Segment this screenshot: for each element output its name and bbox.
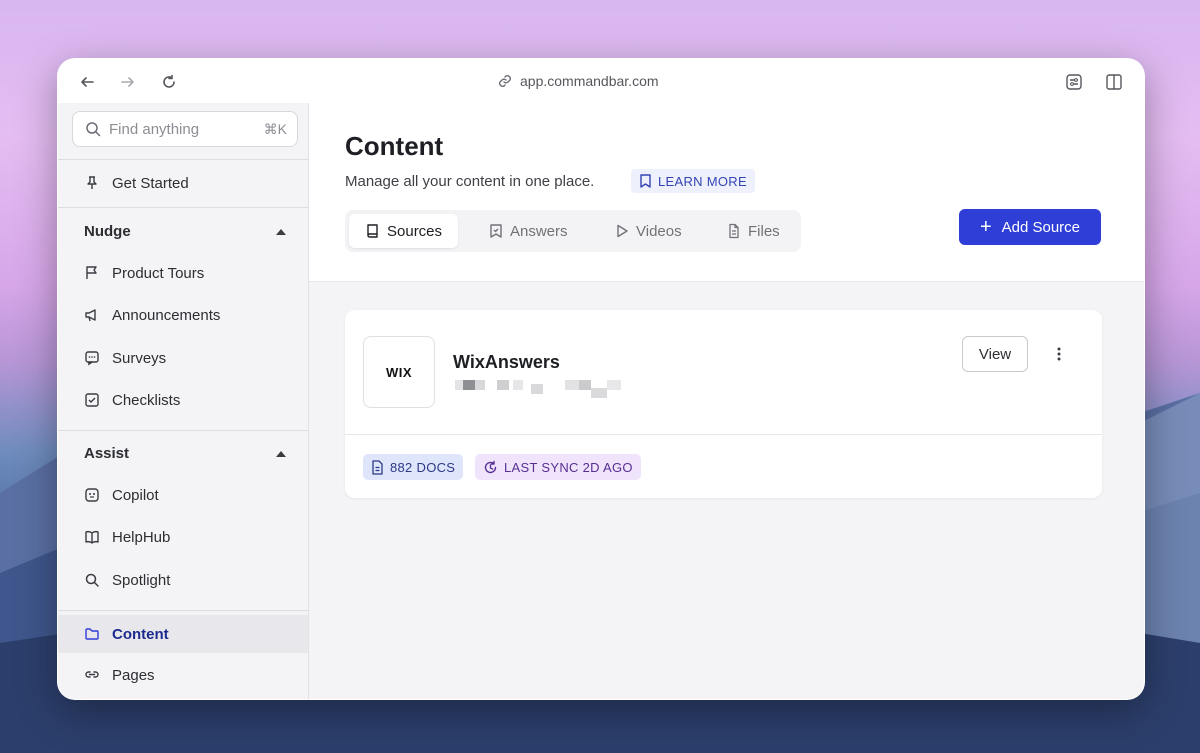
page-title: Content xyxy=(345,131,444,161)
sidebar-item-pages[interactable]: Pages xyxy=(58,657,308,693)
source-name: WixAnswers xyxy=(453,352,560,372)
last-sync-label: LAST SYNC 2D AGO xyxy=(504,459,633,475)
extensions-icon[interactable] xyxy=(1063,71,1085,93)
search-placeholder: Find anything xyxy=(109,120,200,138)
document-icon xyxy=(372,459,383,475)
plus-icon: + xyxy=(979,215,992,238)
reload-icon[interactable] xyxy=(158,71,180,93)
survey-icon xyxy=(82,348,102,368)
pin-icon xyxy=(82,173,102,193)
bookmark-check-icon xyxy=(490,224,502,238)
more-options-icon[interactable] xyxy=(1047,342,1071,366)
sync-icon xyxy=(484,460,497,473)
link-icon xyxy=(499,75,511,87)
book-open-icon xyxy=(82,527,102,547)
address-bar[interactable]: app.commandbar.com xyxy=(498,59,738,103)
sidebar-item-announcements[interactable]: Announcements xyxy=(58,297,308,333)
sidebar-item-label: Pages xyxy=(112,666,155,684)
docs-count-label: 882 DOCS xyxy=(390,459,456,475)
forward-arrow-icon[interactable] xyxy=(117,71,139,93)
add-source-label: Add Source xyxy=(1001,218,1081,236)
search-icon xyxy=(86,122,101,137)
sources-list: WIX WixAnswers View 882 DOCS LAST SYNC 2… xyxy=(309,281,1144,699)
link-icon xyxy=(82,665,102,685)
sidebar-item-label: HelpHub xyxy=(112,528,171,546)
learn-more-link[interactable]: LEARN MORE xyxy=(631,169,755,193)
page-subtitle: Manage all your content in one place. xyxy=(345,173,595,190)
tab-videos[interactable]: Videos xyxy=(615,214,682,248)
divider xyxy=(58,159,308,160)
add-source-button[interactable]: + Add Source xyxy=(959,209,1101,245)
sidebar-item-helphub[interactable]: HelpHub xyxy=(58,519,308,555)
sidebar-item-spotlight[interactable]: Spotlight xyxy=(58,562,308,598)
tab-label: Answers xyxy=(510,222,568,240)
content-tabs: Sources Answers Videos Files xyxy=(345,210,801,252)
browser-window: app.commandbar.com Find anything ⌘K Get … xyxy=(57,58,1145,700)
sidebar-item-content[interactable]: Content xyxy=(58,615,308,653)
file-icon xyxy=(729,223,739,239)
tab-label: Files xyxy=(748,222,780,240)
tab-label: Videos xyxy=(636,222,682,240)
section-assist: Assist xyxy=(84,445,130,462)
docs-count-badge: 882 DOCS xyxy=(363,454,464,480)
redacted-url xyxy=(455,380,621,398)
sidebar-item-label: Checklists xyxy=(112,391,181,409)
megaphone-icon xyxy=(82,305,102,325)
sidebar-item-label: Spotlight xyxy=(112,571,171,589)
collapse-caret-icon[interactable] xyxy=(276,229,286,235)
last-sync-badge: LAST SYNC 2D AGO xyxy=(475,454,641,480)
bookmark-icon xyxy=(640,174,651,188)
source-card[interactable]: WIX WixAnswers View 882 DOCS LAST SYNC 2… xyxy=(345,310,1102,498)
divider xyxy=(58,610,308,611)
copilot-icon xyxy=(82,485,102,505)
sidebar-item-label: Surveys xyxy=(112,349,167,367)
sidebar-item-surveys[interactable]: Surveys xyxy=(58,340,308,376)
sidebar-item-label: Content xyxy=(112,625,169,643)
sidebar-item-product-tours[interactable]: Product Tours xyxy=(58,255,308,291)
sidebar-toggle-icon[interactable] xyxy=(1103,71,1125,93)
sidebar-item-label: Announcements xyxy=(112,306,221,324)
view-button[interactable]: View xyxy=(962,336,1028,372)
flag-icon xyxy=(82,263,102,283)
learn-more-label: LEARN MORE xyxy=(658,173,747,189)
folder-icon xyxy=(82,624,102,644)
sidebar-item-label: Copilot xyxy=(112,486,159,504)
sidebar-item-label: Product Tours xyxy=(112,264,205,282)
url-text: app.commandbar.com xyxy=(520,73,659,89)
tab-label: Sources xyxy=(387,222,443,240)
source-logo: WIX xyxy=(363,336,435,408)
tab-sources[interactable]: Sources xyxy=(349,214,459,248)
play-icon xyxy=(617,224,628,238)
search-input[interactable]: Find anything ⌘K xyxy=(72,111,298,147)
search-shortcut: ⌘K xyxy=(263,120,287,137)
divider xyxy=(345,434,1102,435)
collapse-caret-icon[interactable] xyxy=(276,451,286,457)
sidebar-item-label: Get Started xyxy=(112,174,189,192)
sidebar: Find anything ⌘K Get Started Nudge Produ… xyxy=(58,103,309,699)
divider xyxy=(58,207,308,208)
checkbox-icon xyxy=(82,390,102,410)
back-arrow-icon[interactable] xyxy=(76,71,98,93)
tab-files[interactable]: Files xyxy=(727,214,780,248)
section-nudge: Nudge xyxy=(84,223,131,240)
sidebar-item-copilot[interactable]: Copilot xyxy=(58,477,308,513)
main-content: Content Manage all your content in one p… xyxy=(309,103,1144,699)
sidebar-item-checklists[interactable]: Checklists xyxy=(58,382,308,418)
sidebar-item-get-started[interactable]: Get Started xyxy=(58,165,308,201)
book-icon xyxy=(367,224,378,238)
browser-titlebar: app.commandbar.com xyxy=(58,59,1144,103)
tab-answers[interactable]: Answers xyxy=(489,214,568,248)
search-icon xyxy=(82,570,102,590)
divider xyxy=(58,430,308,431)
